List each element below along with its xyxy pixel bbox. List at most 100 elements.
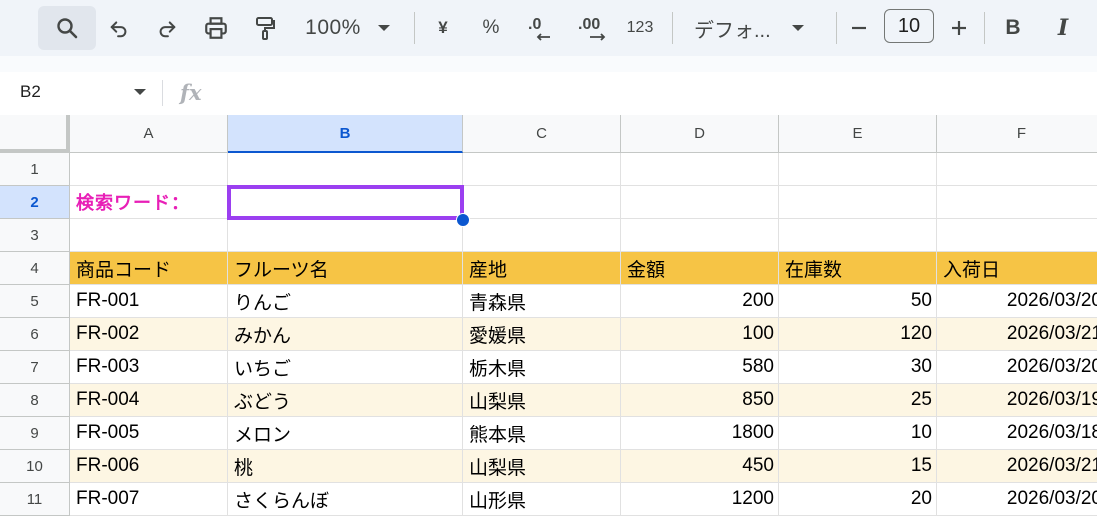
cell-c11[interactable]: 山形県 <box>463 483 621 516</box>
bold-button[interactable]: B <box>996 6 1030 50</box>
cell-f9[interactable]: 2026/03/18 <box>937 417 1097 450</box>
cell-d5[interactable]: 200 <box>621 285 779 318</box>
cell-d2[interactable] <box>621 186 779 219</box>
table-header-cell[interactable]: 産地 <box>463 252 621 285</box>
chevron-down-icon[interactable] <box>133 87 147 97</box>
column-header-f[interactable]: F <box>937 115 1097 153</box>
font-size-input[interactable]: 10 <box>884 9 934 43</box>
cell-f7[interactable]: 2026/03/20 <box>937 351 1097 384</box>
cell-e6[interactable]: 120 <box>779 318 937 351</box>
cell-e10[interactable]: 15 <box>779 450 937 483</box>
cell-b9[interactable]: メロン <box>228 417 463 450</box>
cell-b3[interactable] <box>228 219 463 252</box>
column-header-e[interactable]: E <box>779 115 937 153</box>
cell-b8[interactable]: ぶどう <box>228 384 463 417</box>
zoom-select[interactable]: 100% <box>296 6 406 50</box>
more-formats-button[interactable]: 123 <box>620 6 660 50</box>
cell-e5[interactable]: 50 <box>779 285 937 318</box>
cell-c6[interactable]: 愛媛県 <box>463 318 621 351</box>
table-header-cell[interactable]: 金額 <box>621 252 779 285</box>
font-select[interactable]: デフォ... <box>686 6 820 50</box>
increase-font-size-button[interactable] <box>944 6 974 50</box>
cell-e11[interactable]: 20 <box>779 483 937 516</box>
table-header-cell[interactable]: 入荷日 <box>937 252 1097 285</box>
cell-b6[interactable]: みかん <box>228 318 463 351</box>
cell-f10[interactable]: 2026/03/21 <box>937 450 1097 483</box>
cell-b5[interactable]: りんご <box>228 285 463 318</box>
currency-format-button[interactable]: ¥ <box>426 6 460 50</box>
row-header-2[interactable]: 2 <box>0 186 70 219</box>
search-menus-button[interactable] <box>38 6 96 50</box>
cell-a11[interactable]: FR-007 <box>70 483 228 516</box>
column-header-b[interactable]: B <box>228 115 463 153</box>
cell-d9[interactable]: 1800 <box>621 417 779 450</box>
cell-b1[interactable] <box>228 153 463 186</box>
row-header-5[interactable]: 5 <box>0 285 70 318</box>
cell-e9[interactable]: 10 <box>779 417 937 450</box>
cell-f1[interactable] <box>937 153 1097 186</box>
row-header-9[interactable]: 9 <box>0 417 70 450</box>
cell-d7[interactable]: 580 <box>621 351 779 384</box>
row-header-11[interactable]: 11 <box>0 483 70 516</box>
cell-d6[interactable]: 100 <box>621 318 779 351</box>
cell-b7[interactable]: いちご <box>228 351 463 384</box>
row-header-7[interactable]: 7 <box>0 351 70 384</box>
row-header-8[interactable]: 8 <box>0 384 70 417</box>
cell-d10[interactable]: 450 <box>621 450 779 483</box>
column-header-c[interactable]: C <box>463 115 621 153</box>
column-header-d[interactable]: D <box>621 115 779 153</box>
italic-button[interactable]: I <box>1046 6 1080 50</box>
increase-decimal-button[interactable]: .00 <box>572 6 616 50</box>
cell-f11[interactable]: 2026/03/20 <box>937 483 1097 516</box>
cell-e8[interactable]: 25 <box>779 384 937 417</box>
cell-f6[interactable]: 2026/03/21 <box>937 318 1097 351</box>
row-header-10[interactable]: 10 <box>0 450 70 483</box>
cell-a1[interactable] <box>70 153 228 186</box>
cell-c1[interactable] <box>463 153 621 186</box>
cell-f2[interactable] <box>937 186 1097 219</box>
cell-a3[interactable] <box>70 219 228 252</box>
cell-e1[interactable] <box>779 153 937 186</box>
undo-button[interactable] <box>102 6 136 50</box>
select-all-corner[interactable] <box>0 115 70 153</box>
cell-a7[interactable]: FR-003 <box>70 351 228 384</box>
row-header-4[interactable]: 4 <box>0 252 70 285</box>
fill-handle[interactable] <box>456 213 470 227</box>
cell-d8[interactable]: 850 <box>621 384 779 417</box>
cell-e7[interactable]: 30 <box>779 351 937 384</box>
cell-c7[interactable]: 栃木県 <box>463 351 621 384</box>
cell-c9[interactable]: 熊本県 <box>463 417 621 450</box>
cell-d11[interactable]: 1200 <box>621 483 779 516</box>
cell-a2[interactable]: 検索ワード： <box>70 186 228 219</box>
redo-button[interactable] <box>150 6 184 50</box>
table-header-cell[interactable]: 在庫数 <box>779 252 937 285</box>
row-header-1[interactable]: 1 <box>0 153 70 186</box>
cell-c3[interactable] <box>463 219 621 252</box>
decrease-font-size-button[interactable] <box>844 6 874 50</box>
cell-a6[interactable]: FR-002 <box>70 318 228 351</box>
cell-f8[interactable]: 2026/03/19 <box>937 384 1097 417</box>
cell-c10[interactable]: 山梨県 <box>463 450 621 483</box>
cell-c2[interactable] <box>463 186 621 219</box>
cell-e2[interactable] <box>779 186 937 219</box>
cell-c8[interactable]: 山梨県 <box>463 384 621 417</box>
name-box[interactable]: B2 <box>20 82 41 102</box>
cell-a9[interactable]: FR-005 <box>70 417 228 450</box>
cell-a8[interactable]: FR-004 <box>70 384 228 417</box>
decrease-decimal-button[interactable]: .0 <box>520 6 560 50</box>
cell-f3[interactable] <box>937 219 1097 252</box>
print-button[interactable] <box>198 6 234 50</box>
cell-b11[interactable]: さくらんぼ <box>228 483 463 516</box>
cell-d3[interactable] <box>621 219 779 252</box>
cell-a5[interactable]: FR-001 <box>70 285 228 318</box>
row-header-3[interactable]: 3 <box>0 219 70 252</box>
paint-format-button[interactable] <box>248 6 282 50</box>
cell-e3[interactable] <box>779 219 937 252</box>
cell-f5[interactable]: 2026/03/20 <box>937 285 1097 318</box>
column-header-a[interactable]: A <box>70 115 228 153</box>
cell-b10[interactable]: 桃 <box>228 450 463 483</box>
table-header-cell[interactable]: 商品コード <box>70 252 228 285</box>
cell-c5[interactable]: 青森県 <box>463 285 621 318</box>
cell-d1[interactable] <box>621 153 779 186</box>
row-header-6[interactable]: 6 <box>0 318 70 351</box>
